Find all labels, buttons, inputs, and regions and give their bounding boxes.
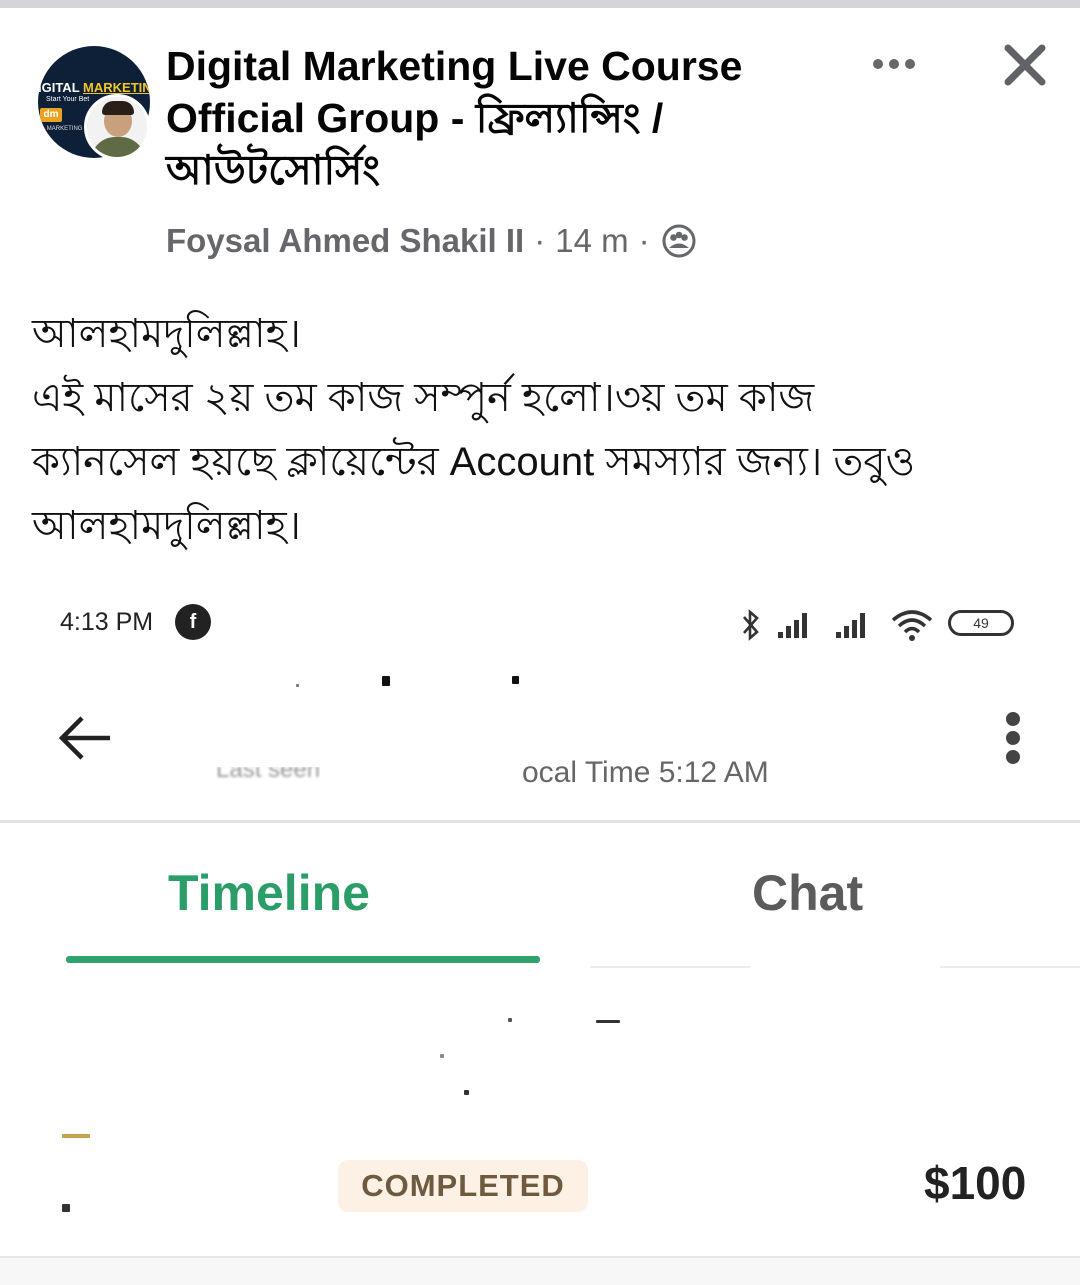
author-avatar[interactable] (84, 94, 150, 160)
local-time: ocal Time 5:12 AM (522, 756, 769, 789)
privacy-group-icon (662, 224, 696, 258)
group-name[interactable]: Digital Marketing Live Course Official G… (166, 40, 856, 196)
top-bar (0, 0, 1080, 8)
tab-timeline[interactable]: Timeline (168, 864, 370, 922)
post-line: আলহামদুলিল্লাহ। (32, 504, 301, 548)
bluetooth-icon (743, 609, 759, 641)
post-image[interactable]: 4:13 PM f 49 Last seen ocal Time 5:12 AM… (0, 580, 1080, 1285)
tab-chat[interactable]: Chat (752, 864, 863, 922)
post-line: ক্যানসেল হয়ছে ক্লায়েন্টের Account সমস্… (32, 440, 916, 484)
close-icon[interactable] (1000, 40, 1050, 90)
tab-divider (590, 966, 750, 968)
post-body: আলহামদুলিল্লাহ। এই মাসের ২য় তম কাজ সম্প… (32, 302, 1052, 558)
post-line: আলহামদুলিল্লাহ। (32, 312, 301, 356)
post-time[interactable]: 14 m (555, 222, 628, 260)
post-meta: Foysal Ahmed Shakil II · 14 m · (166, 222, 696, 260)
signal-icon (778, 613, 807, 638)
bottom-strip (0, 1258, 1080, 1285)
wifi-icon (891, 610, 933, 641)
back-arrow-icon[interactable] (56, 710, 116, 766)
facebook-notification-icon: f (175, 604, 211, 640)
tab-divider (940, 966, 1080, 968)
battery-icon: 49 (948, 610, 1014, 636)
status-time: 4:13 PM (60, 608, 154, 636)
order-amount: $100 (924, 1157, 1027, 1209)
group-avatar-logo: dm (40, 108, 62, 122)
author-name[interactable]: Foysal Ahmed Shakil II (166, 222, 524, 260)
header-divider (0, 820, 1080, 823)
signal-icon (836, 613, 865, 638)
last-seen-text: Last seen (216, 756, 321, 783)
group-avatar-logo-text: AL MARKETING (38, 126, 83, 132)
more-icon[interactable] (870, 44, 922, 84)
post-line: এই মাসের ২য় তম কাজ সম্পুর্ন হলো।৩য় তম … (32, 376, 815, 420)
group-avatar-title: IGITAL MARKETING (38, 80, 150, 95)
kebab-menu-icon[interactable] (996, 708, 1032, 768)
status-badge: COMPLETED (338, 1160, 588, 1212)
status-icons: 49 (738, 604, 1028, 644)
meta-separator: · (638, 222, 650, 259)
group-avatar-subtitle: Start Your Bet (46, 96, 90, 103)
meta-separator: · (534, 222, 546, 259)
active-tab-indicator (66, 956, 540, 963)
